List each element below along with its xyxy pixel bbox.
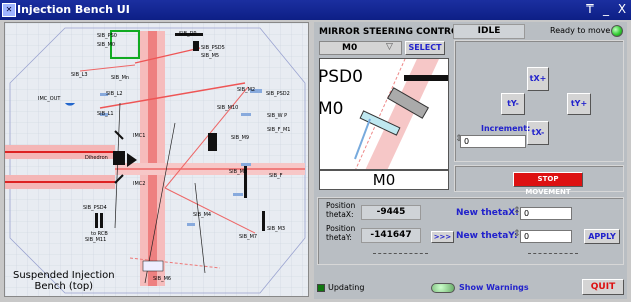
label-sib-m2[interactable]: SIB_M2 <box>237 87 255 93</box>
new-position-divider <box>528 253 578 254</box>
control-panel: MIRROR STEERING CONTROL IDLE Ready to mo… <box>314 22 627 299</box>
new-thetay-label: New thetaY: <box>456 231 518 241</box>
label-sib-m9[interactable]: SIB_M9 <box>231 135 249 141</box>
increment-label: Increment: <box>481 124 531 133</box>
camera-label-m: M0 <box>319 99 344 119</box>
thetax-label: Position thetaX: <box>326 201 356 219</box>
label-sib-m3[interactable]: SIB_M3 <box>267 226 285 232</box>
label-imc2[interactable]: IMC2 <box>133 181 145 187</box>
increment-input[interactable]: 0 <box>460 135 526 148</box>
label-sib-m6[interactable]: SIB_M6 <box>153 276 171 282</box>
show-warnings-label[interactable]: Show Warnings <box>459 283 529 292</box>
minimize-button[interactable]: _ <box>599 3 613 16</box>
window-title: Injection Bench UI <box>17 3 130 16</box>
pin-button[interactable]: ₸ <box>583 3 597 16</box>
ready-label: Ready to move <box>550 26 611 35</box>
label-sib-f[interactable]: SIB_F <box>269 173 282 179</box>
updating-indicator <box>317 284 325 292</box>
mirror-steering-header: MIRROR STEERING CONTROL <box>319 27 465 37</box>
label-sib-m11[interactable]: SIB_M11 <box>85 237 106 243</box>
label-dihedron[interactable]: Dihedron <box>85 155 108 161</box>
camera-view: PSD0 M0 <box>319 58 449 170</box>
label-sib-psd4[interactable]: SIB_PSD4 <box>83 205 107 211</box>
label-sib-wp[interactable]: SIB_W P <box>267 113 287 119</box>
chevron-down-icon: ▽ <box>386 42 393 52</box>
camera-caption: M0 <box>319 170 449 190</box>
new-thetax-label: New thetaX: <box>456 208 519 218</box>
tx-plus-button[interactable]: tX+ <box>527 67 549 91</box>
label-sib-dp[interactable]: SIB_DP <box>179 31 196 37</box>
updating-label: Updating <box>328 283 365 292</box>
label-imc1[interactable]: IMC1 <box>133 133 145 139</box>
label-sib-m8[interactable]: SIB_M8 <box>229 169 247 175</box>
new-thetax-input[interactable]: 0 <box>520 207 572 220</box>
label-sib-m10[interactable]: SIB_M10 <box>217 105 238 111</box>
ty-plus-button[interactable]: tY+ <box>567 93 591 115</box>
label-sib-psd5[interactable]: SIB_PSD5 <box>201 45 225 51</box>
new-thetay-input[interactable]: 0 <box>520 230 572 243</box>
mirror-dropdown-value: M0 <box>342 43 358 53</box>
position-panel: Position thetaX: -9445 Position thetaY: … <box>317 197 624 265</box>
ty-minus-button[interactable]: tY- <box>501 93 525 115</box>
stop-movement-button[interactable]: STOP MOVEMENT <box>513 172 583 196</box>
apply-button[interactable]: APPLY <box>584 229 620 244</box>
ready-indicator <box>611 25 623 37</box>
label-sib-l3[interactable]: SIB_L3 <box>71 72 88 78</box>
label-sib-m0[interactable]: SIB_M0 <box>97 42 115 48</box>
copy-position-button[interactable]: >>> <box>431 231 454 243</box>
bench-caption: Suspended Injection Bench (top) <box>13 270 115 292</box>
quit-button[interactable]: QUIT <box>582 279 624 295</box>
direction-panel: tX+ tY- tY+ tX- Increment: ⇕ 0 <box>454 40 624 162</box>
label-sib-m4[interactable]: SIB_M4 <box>193 212 211 218</box>
select-button[interactable]: SELECT <box>405 41 445 55</box>
label-sib-ps0[interactable]: SIB_PS0 <box>97 33 117 39</box>
label-sib-psd2[interactable]: SIB_PSD2 <box>266 91 290 97</box>
label-sib-l2[interactable]: SIB_L2 <box>106 91 123 97</box>
status-field: IDLE <box>453 24 525 39</box>
stop-panel: STOP MOVEMENT <box>454 165 624 196</box>
label-sib-m7[interactable]: SIB_M7 <box>239 234 257 240</box>
warnings-toggle[interactable] <box>431 283 455 293</box>
label-sib-m5[interactable]: SIB_M5 <box>201 53 219 59</box>
tx-minus-button[interactable]: tX- <box>527 121 549 145</box>
bench-layout-svg[interactable] <box>5 23 309 297</box>
camera-label-psd: PSD0 <box>319 67 363 87</box>
title-bar: ✕ Injection Bench UI ₸ _ X <box>0 0 631 20</box>
close-button[interactable]: X <box>615 3 629 16</box>
label-imc-out[interactable]: IMC_OUT <box>38 96 60 102</box>
bench-diagram: SIB_PS0 SIB_DP SIB_M0 SIB_PSD5 SIB_M5 SI… <box>4 22 309 297</box>
thetay-value: -141647 <box>361 228 421 243</box>
mirror-dropdown[interactable]: M0 ▽ <box>319 41 402 55</box>
label-sib-f-m1[interactable]: SIB_F_M1 <box>267 127 290 133</box>
app-icon: ✕ <box>2 3 16 17</box>
position-divider <box>373 253 428 254</box>
label-sib-l1[interactable]: SIB_L1 <box>97 111 114 117</box>
label-sib-mn[interactable]: SIB_Mn <box>111 75 129 81</box>
thetax-value: -9445 <box>361 205 421 220</box>
thetay-label: Position thetaY: <box>326 224 356 242</box>
